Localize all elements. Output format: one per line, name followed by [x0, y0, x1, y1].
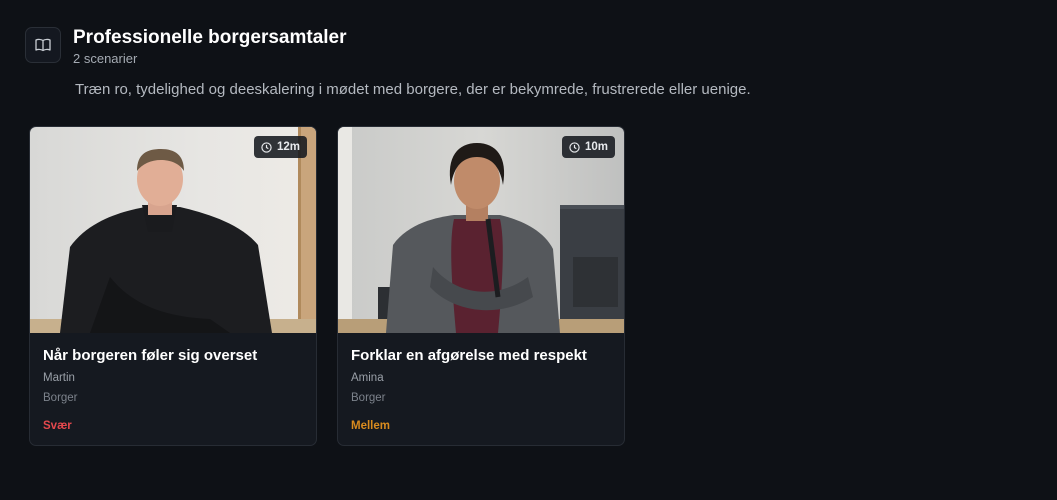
scenario-title: Forklar en afgørelse med respekt	[351, 347, 587, 364]
person-name: Martin	[43, 372, 75, 384]
duration-badge: 12m	[253, 136, 307, 158]
clock-icon	[261, 141, 272, 153]
scenario-title: Når borgeren føler sig overset	[43, 347, 258, 364]
difficulty-label: Mellem	[351, 420, 390, 432]
scenario-image: 10m	[338, 127, 624, 333]
page: Professionelle borgersamtaler 2 scenarie…	[0, 0, 1057, 500]
book-icon	[25, 27, 61, 63]
scenario-count: 2 scenarier	[73, 51, 138, 66]
section-title: Professionelle borgersamtaler	[73, 27, 347, 48]
difficulty-label: Svær	[43, 420, 72, 432]
scenario-card[interactable]: 12m Når borgeren føler sig overset Marti…	[29, 126, 317, 446]
clock-icon	[569, 141, 580, 153]
duration-label: 12m	[276, 141, 300, 153]
section-description: Træn ro, tydelighed og deeskalering i mø…	[75, 81, 751, 98]
scenario-image: 12m	[30, 127, 316, 333]
duration-badge: 10m	[561, 136, 615, 158]
scenario-card[interactable]: 10m Forklar en afgørelse med respekt Ami…	[337, 126, 625, 446]
person-role: Borger	[351, 392, 386, 404]
person-role: Borger	[43, 392, 78, 404]
section-header: Professionelle borgersamtaler 2 scenarie…	[25, 27, 347, 67]
person-name: Amina	[351, 372, 384, 384]
duration-label: 10m	[584, 141, 608, 153]
